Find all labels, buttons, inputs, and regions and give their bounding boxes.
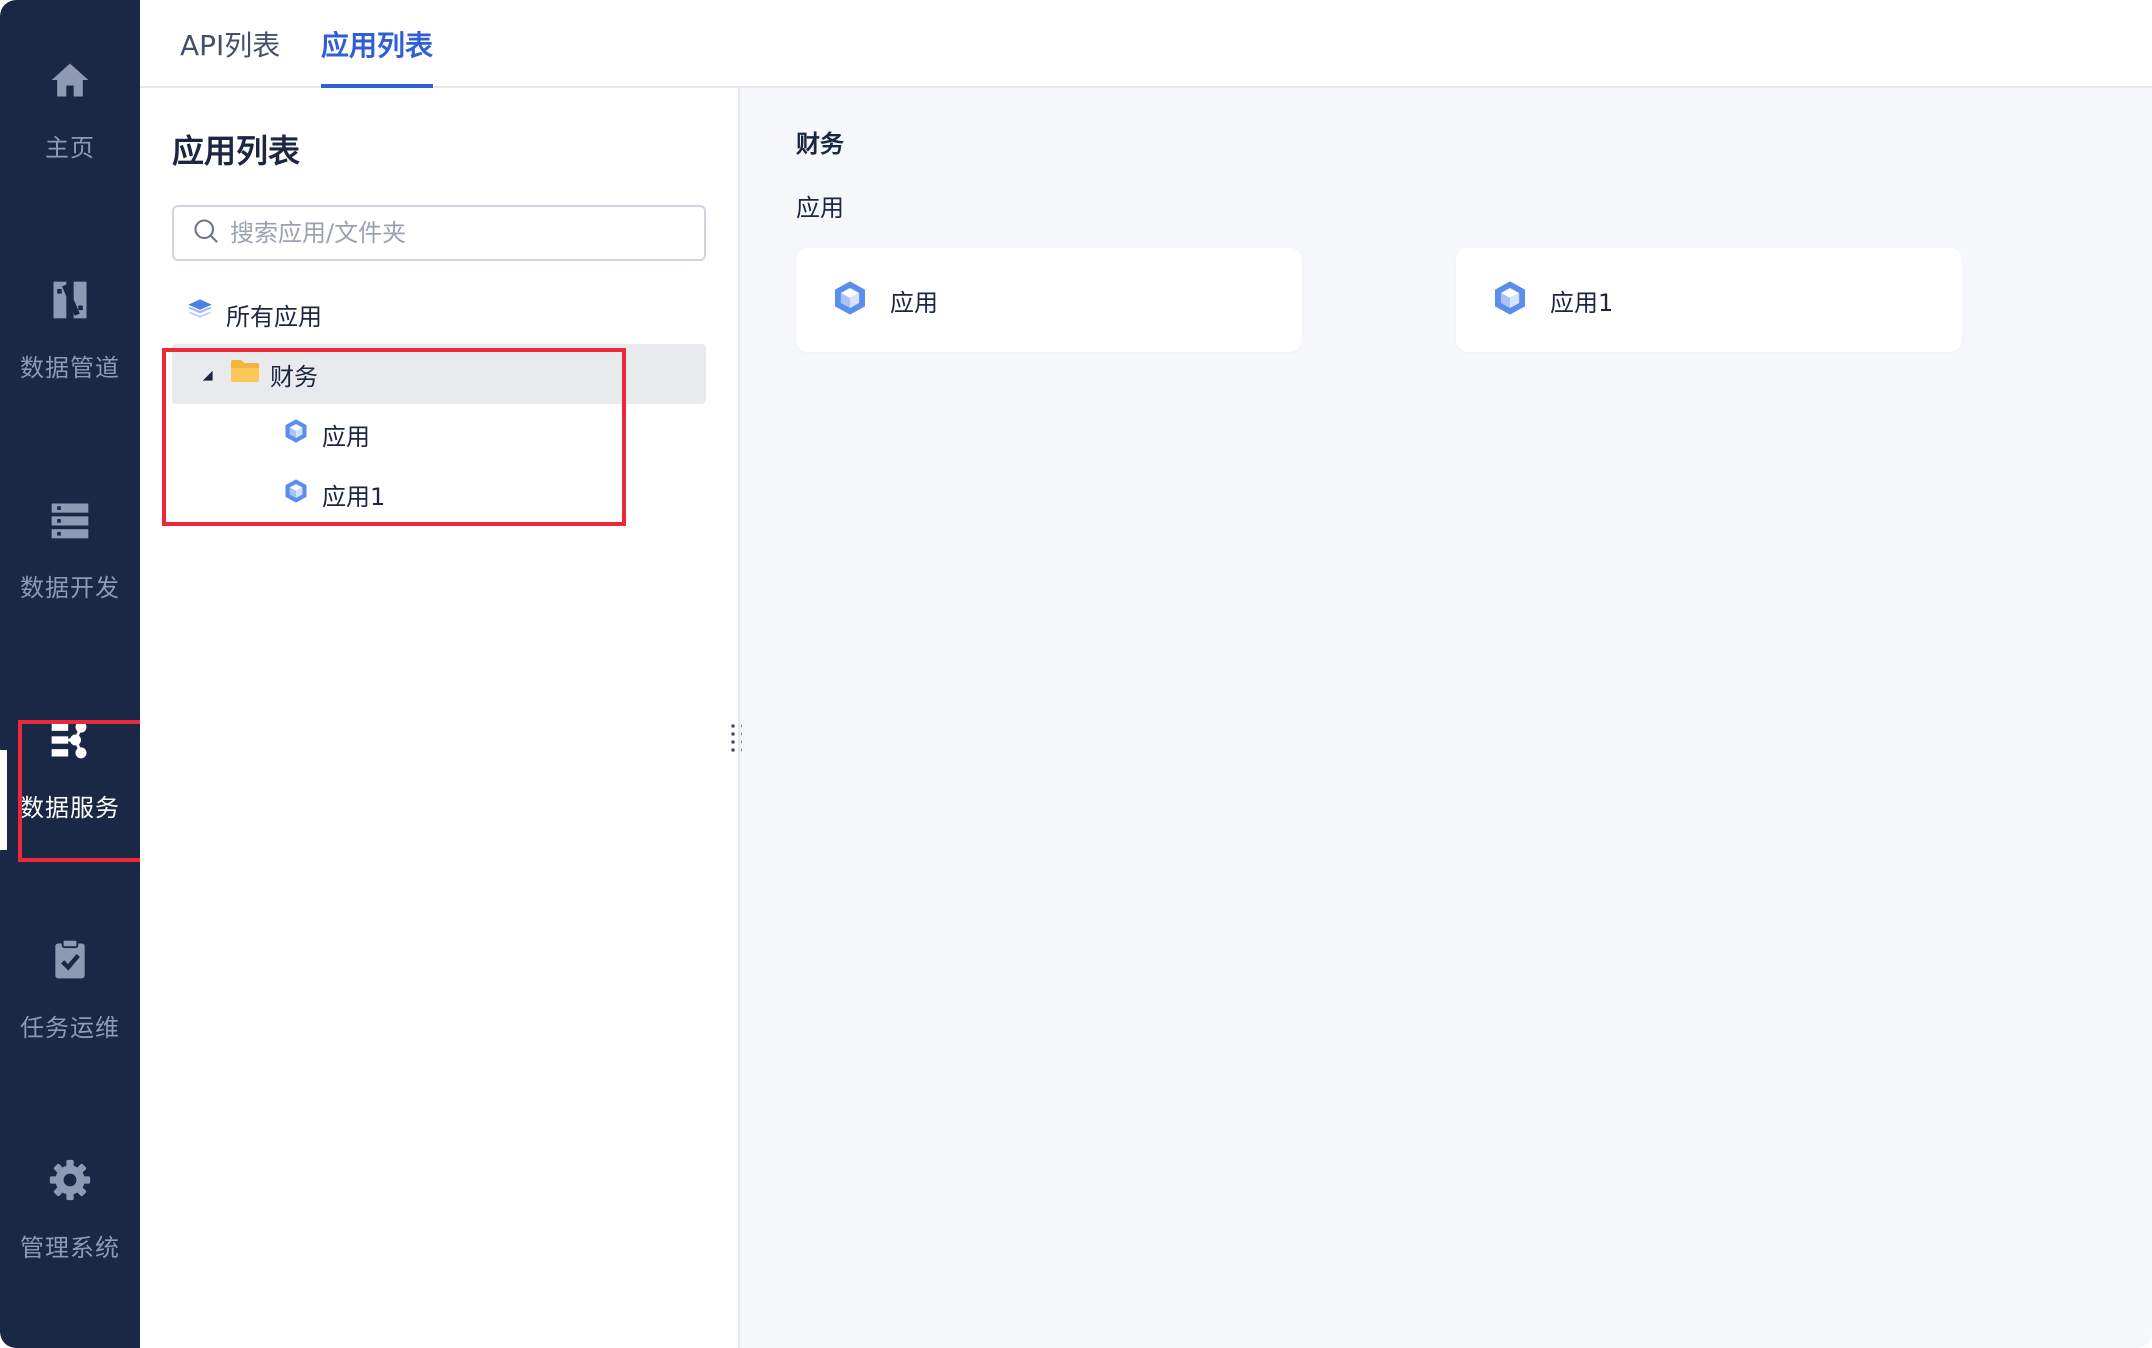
sidebar-item-home[interactable]: 主页	[0, 0, 140, 200]
tree-item-label: 应用	[322, 422, 370, 451]
sidebar-item-data-development[interactable]: 数据开发	[0, 440, 140, 640]
data-service-icon	[40, 710, 100, 770]
content-panel: 财务 应用 应用 应用1	[742, 88, 2152, 1348]
breadcrumb: 财务	[796, 130, 844, 158]
search-icon	[192, 217, 220, 249]
app-card[interactable]: 应用	[796, 248, 1302, 352]
home-icon	[40, 50, 100, 110]
tab-api-list[interactable]: API列表	[180, 0, 280, 88]
tree-item-label: 所有应用	[226, 302, 322, 331]
data-pipeline-icon	[40, 270, 100, 330]
app-card-label: 应用1	[1550, 288, 1614, 317]
sidebar-item-data-service[interactable]: 数据服务	[0, 660, 140, 860]
app-cube-icon	[830, 278, 870, 322]
app-card-label: 应用	[890, 288, 938, 317]
tree-folder-finance[interactable]: 财务	[172, 344, 706, 404]
sidebar-item-label: 管理系统	[20, 1234, 120, 1262]
layers-icon	[186, 297, 214, 331]
sidebar-item-label: 主页	[45, 134, 95, 162]
task-ops-icon	[40, 930, 100, 990]
sidebar-item-data-pipeline[interactable]: 数据管道	[0, 220, 140, 420]
data-development-icon	[40, 490, 100, 550]
panel-title: 应用列表	[172, 132, 301, 170]
tree-folder-label: 财务	[270, 362, 318, 391]
app-tree-panel: 应用列表 所有应用	[140, 88, 740, 1348]
tree-item-app[interactable]: 应用	[172, 404, 706, 464]
sidebar-item-label: 数据服务	[20, 794, 120, 822]
app-card[interactable]: 应用1	[1456, 248, 1962, 352]
app-window: 主页 数据管道 数据开发 数据服务 任务运维 管理系统 API列表 应用列表 应…	[0, 0, 2152, 1348]
app-cube-icon	[282, 477, 310, 511]
tree-item-label: 应用1	[322, 482, 386, 511]
top-tab-bar: API列表 应用列表	[140, 0, 2152, 88]
app-cube-icon	[282, 417, 310, 451]
sidebar-item-label: 数据管道	[20, 354, 120, 382]
sidebar-item-label: 任务运维	[20, 1014, 120, 1042]
sidebar-item-task-ops[interactable]: 任务运维	[0, 880, 140, 1080]
search-box	[172, 205, 706, 261]
collapse-triangle-icon[interactable]	[200, 360, 214, 388]
tree-item-all-apps[interactable]: 所有应用	[172, 284, 706, 344]
sidebar-item-label: 数据开发	[20, 574, 120, 602]
app-cube-icon	[1490, 278, 1530, 322]
tree-item-app1[interactable]: 应用1	[172, 464, 706, 524]
folder-icon	[230, 358, 260, 390]
sidebar: 主页 数据管道 数据开发 数据服务 任务运维 管理系统	[0, 0, 144, 1348]
sidebar-item-admin[interactable]: 管理系统	[0, 1100, 140, 1300]
section-label: 应用	[796, 194, 844, 222]
gear-icon	[40, 1150, 100, 1210]
search-input[interactable]	[230, 219, 690, 247]
tab-app-list[interactable]: 应用列表	[321, 0, 434, 88]
